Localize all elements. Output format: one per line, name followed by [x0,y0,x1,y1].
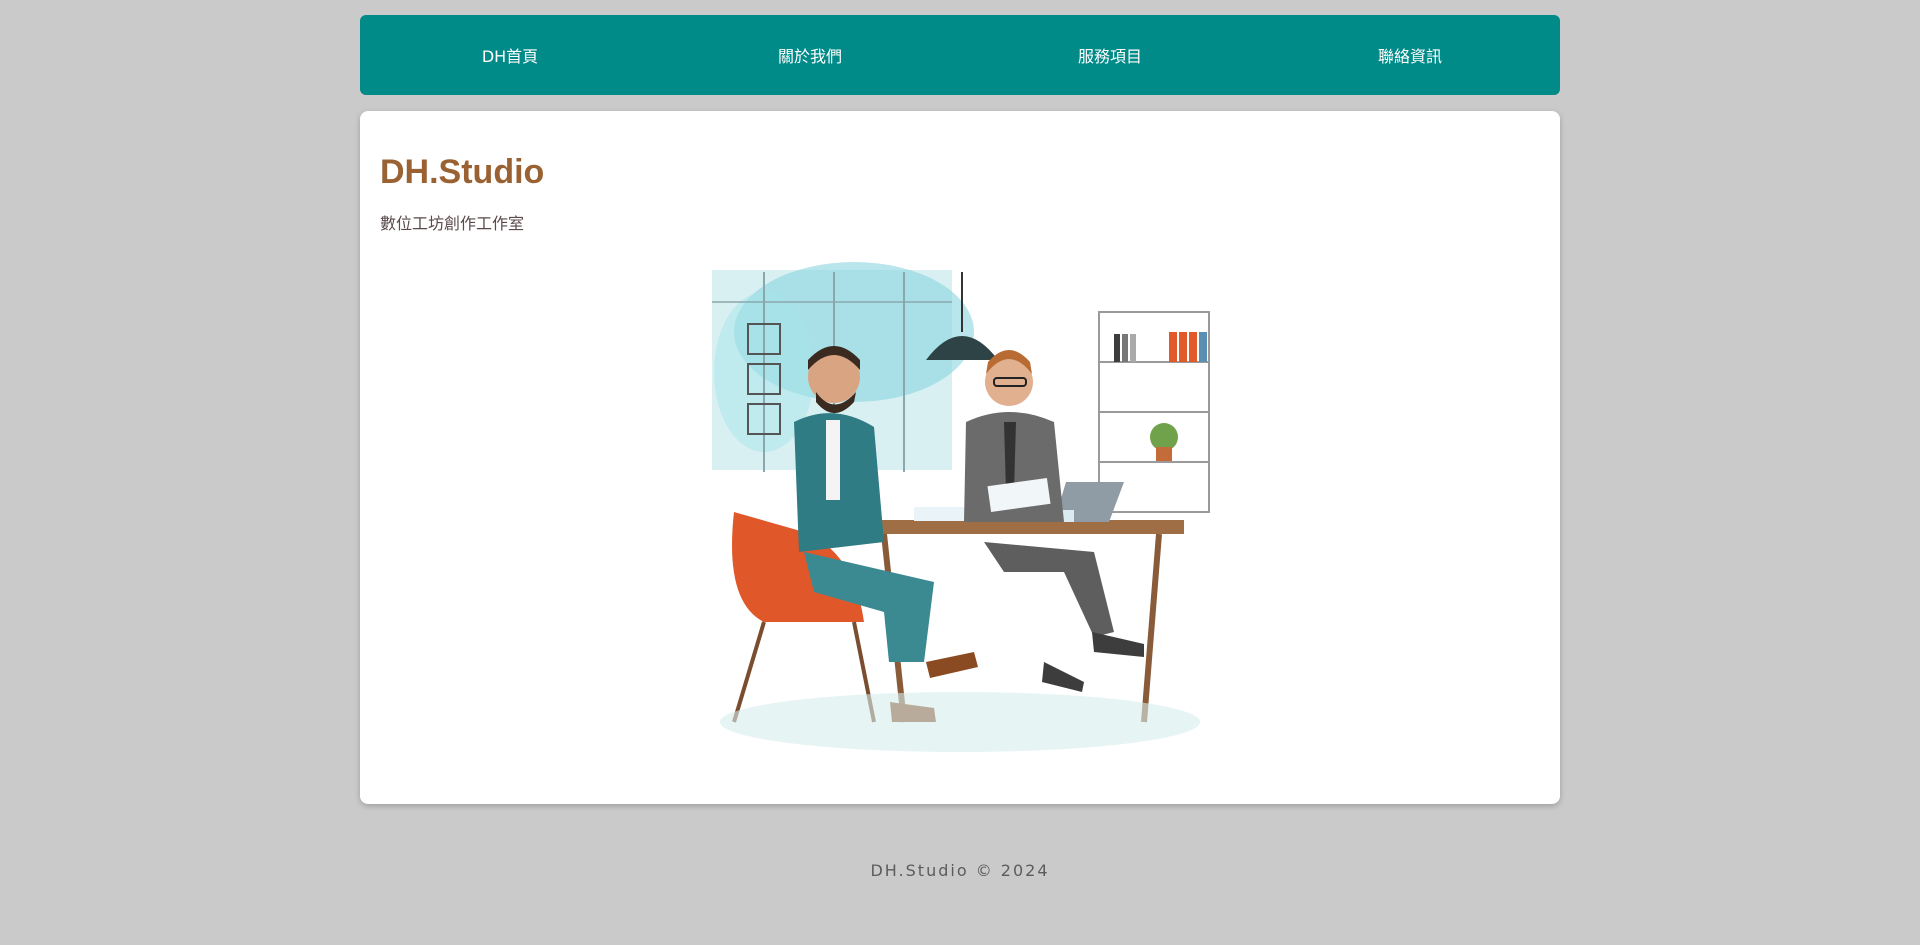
site-footer: DH.Studio © 2024 [870,861,1050,880]
page-subtitle: 數位工坊創作工作室 [380,214,525,233]
office-meeting-illustration [704,252,1216,764]
nav-link-home[interactable]: DH首頁 [360,43,660,67]
content-card: DH.Studio 數位工坊創作工作室 [360,111,1560,804]
main-nav: DH首頁 關於我們 服務項目 聯絡資訊 [360,15,1560,95]
nav-link-services[interactable]: 服務項目 [960,43,1260,67]
page-title: DH.Studio [380,153,545,191]
nav-link-about[interactable]: 關於我們 [660,43,960,67]
nav-link-contact[interactable]: 聯絡資訊 [1260,43,1560,67]
